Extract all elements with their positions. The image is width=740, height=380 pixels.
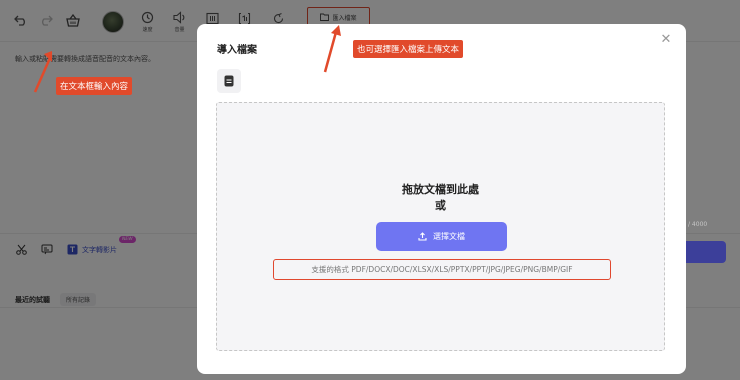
arrow-head-import (331, 25, 341, 36)
arrow-text-box (33, 57, 52, 93)
annotation-arrows (33, 25, 341, 93)
arrow-import (323, 31, 338, 73)
